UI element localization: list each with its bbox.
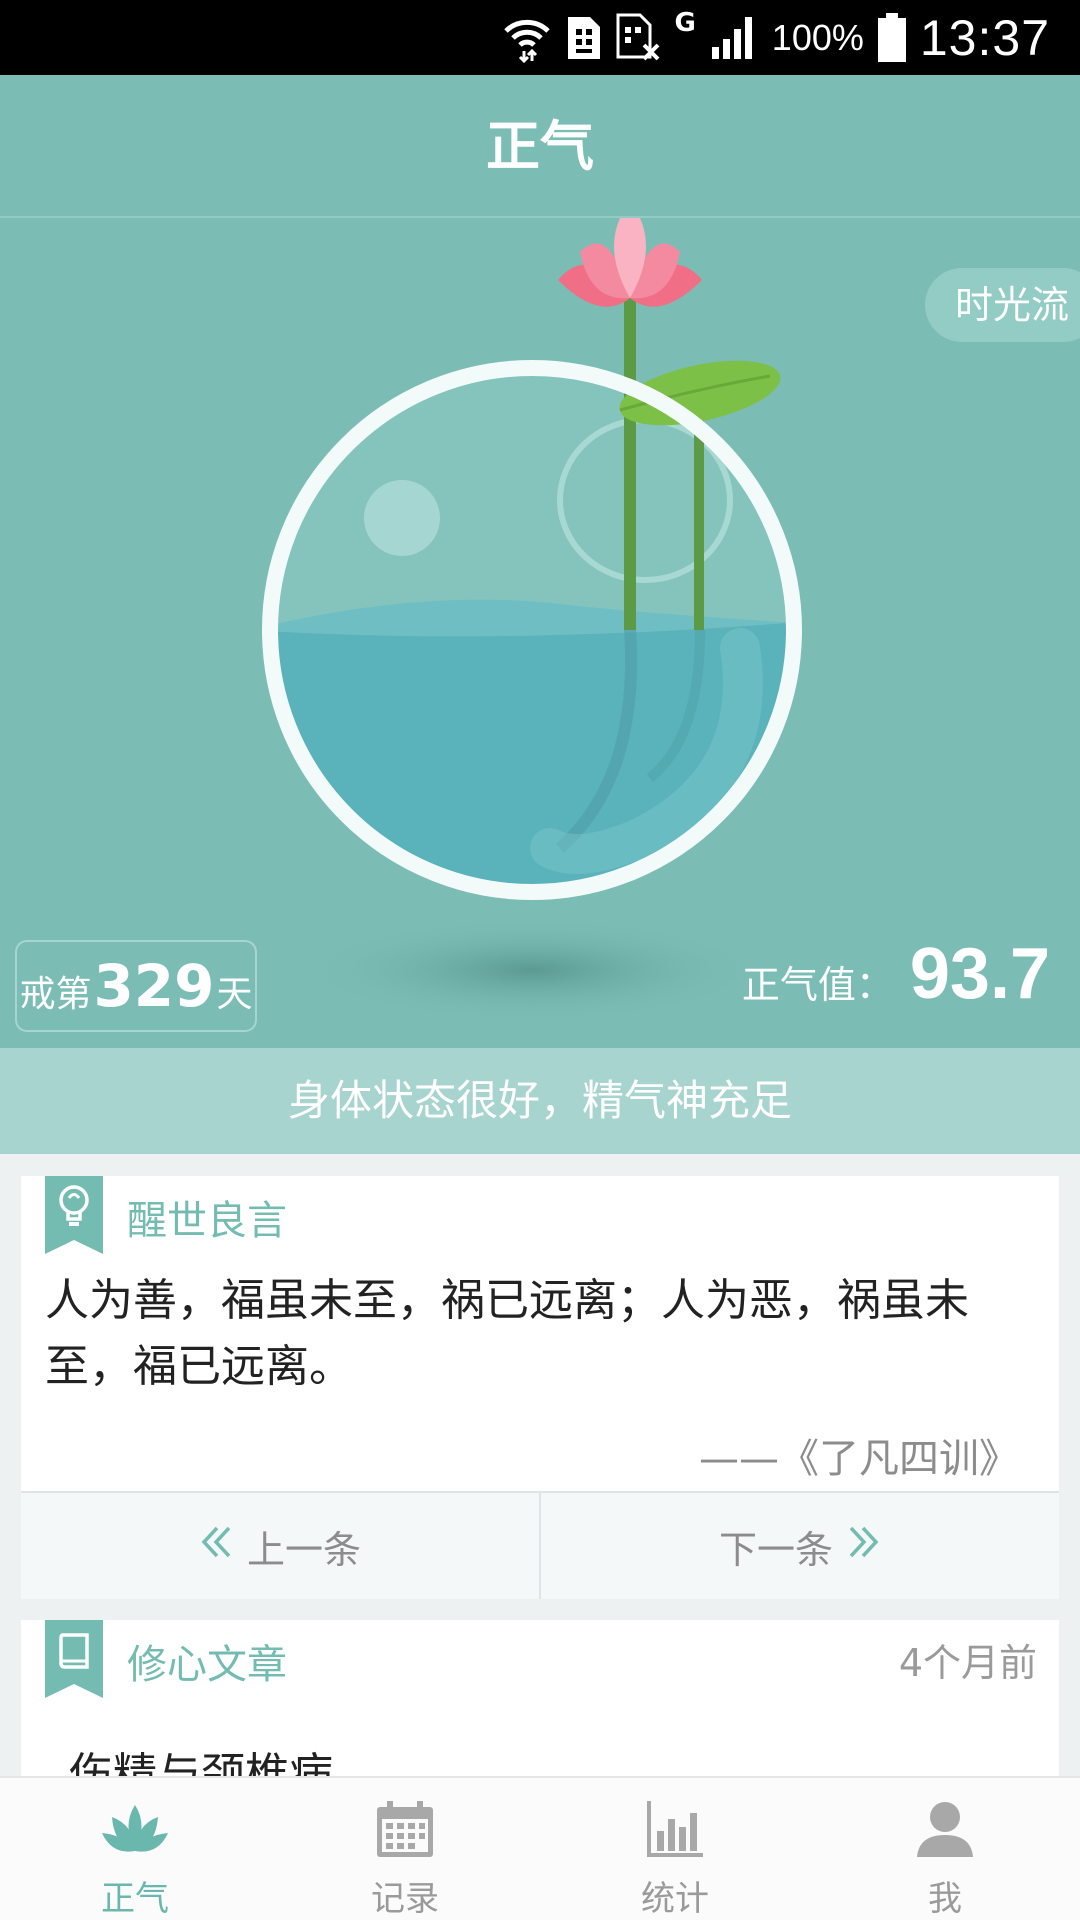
- timeflow-button[interactable]: 时光流: [925, 268, 1080, 342]
- nav-tab-statistics[interactable]: 统计: [540, 1778, 810, 1920]
- hero-section: 时光流 戒第 329 天 正气值： 93.7: [0, 218, 1080, 1048]
- next-quote-button[interactable]: 下一条: [541, 1493, 1059, 1599]
- book-icon: [45, 1626, 103, 1676]
- lotus-icon: [95, 1794, 175, 1863]
- double-chevron-left-icon: [199, 1524, 233, 1568]
- nav-tab-zhengqi[interactable]: 正气: [0, 1778, 270, 1920]
- nav-tab-me-label: 我: [928, 1879, 962, 1919]
- nav-tab-records[interactable]: 记录: [270, 1778, 540, 1920]
- quote-card-header: 醒世良言: [21, 1176, 1059, 1256]
- nav-tab-zhengqi-label: 正气: [101, 1879, 169, 1919]
- clock: 13:37: [919, 9, 1050, 66]
- days-suffix: 天: [216, 974, 253, 1015]
- nav-tab-me[interactable]: 我: [810, 1778, 1080, 1920]
- nav-tab-statistics-label: 统计: [641, 1879, 709, 1919]
- wifi-icon: [502, 13, 552, 63]
- status-bar: G 100% 13:37: [0, 0, 1080, 75]
- signal-icon: [710, 15, 758, 61]
- article-card-header: 修心文章 4个月前: [21, 1620, 1059, 1700]
- body-status-message: 身体状态很好，精气神充足: [0, 1048, 1080, 1154]
- status-bar-right: G 100% 13:37: [502, 0, 1050, 75]
- battery-percent: 100%: [771, 16, 864, 58]
- quote-text: 人为善，福虽未至，祸已远离；人为恶，祸虽未至，福已远离。: [45, 1275, 969, 1392]
- zhengqi-score: 正气值： 93.7: [742, 933, 1050, 1015]
- calendar-icon: [365, 1794, 445, 1863]
- bar-chart-icon: [635, 1794, 715, 1863]
- previous-quote-button[interactable]: 上一条: [21, 1493, 539, 1599]
- article-card-badge: [45, 1620, 103, 1698]
- person-icon: [905, 1794, 985, 1863]
- sim-card-no-service-icon: [616, 13, 660, 63]
- next-quote-label: 下一条: [718, 1527, 833, 1572]
- page-title: 正气: [486, 115, 594, 178]
- double-chevron-right-icon: [847, 1524, 881, 1568]
- quote-source: ——《了凡四训》: [699, 1436, 1019, 1482]
- app-bar: 正气: [0, 75, 1080, 218]
- battery-icon: [877, 12, 906, 63]
- article-card-title: 修心文章: [127, 1642, 287, 1688]
- zhengqi-score-label: 正气值：: [741, 963, 894, 1007]
- lightbulb-icon: [45, 1182, 103, 1232]
- abstinence-days-counter: 戒第 329 天: [15, 940, 257, 1032]
- days-count: 329: [93, 952, 215, 1020]
- quote-card-badge: [45, 1176, 103, 1254]
- quote-card-title: 醒世良言: [127, 1198, 287, 1244]
- previous-quote-label: 上一条: [246, 1527, 361, 1572]
- article-timestamp: 4个月前: [898, 1641, 1037, 1685]
- nav-tab-records-label: 记录: [371, 1879, 439, 1919]
- quote-navigation: 上一条 下一条: [21, 1491, 1059, 1599]
- bottom-navigation: 正气 记录 统计 我: [0, 1776, 1080, 1920]
- lotus-globe-illustration: [262, 218, 802, 1022]
- network-type-indicator: G: [674, 8, 696, 38]
- days-prefix: 戒第: [19, 974, 92, 1015]
- sim-card-icon: [566, 15, 602, 61]
- zhengqi-score-value: 93.7: [909, 934, 1050, 1014]
- quote-card: 醒世良言 人为善，福虽未至，祸已远离；人为恶，祸虽未至，福已远离。 ——《了凡四…: [21, 1176, 1059, 1599]
